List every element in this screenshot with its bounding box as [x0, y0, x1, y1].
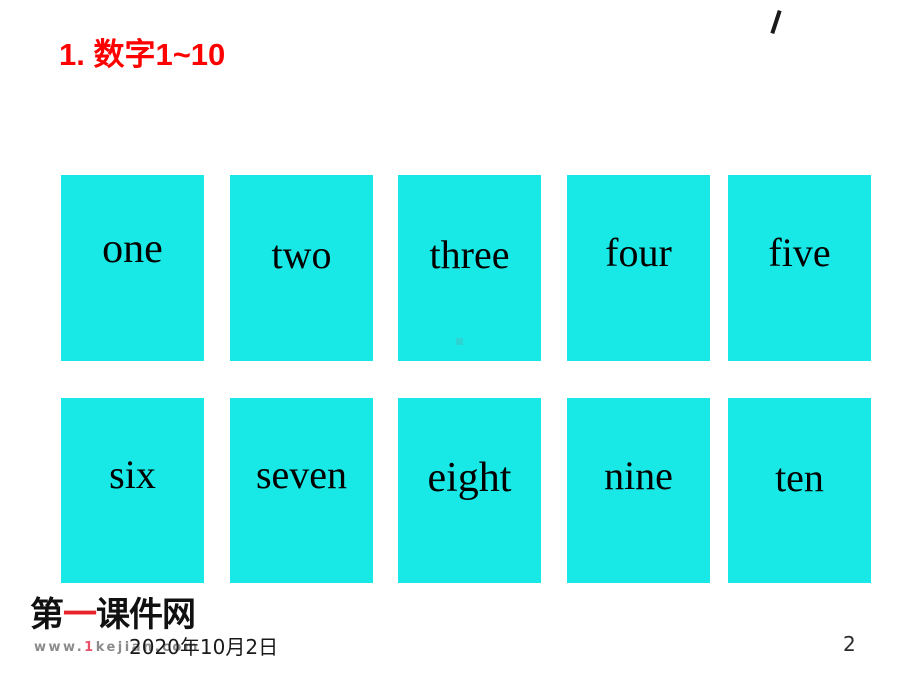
page-number: 2: [843, 632, 856, 656]
word-card-row-2: six seven eight nine ten: [0, 398, 920, 584]
word-card-label: three: [429, 232, 510, 277]
word-card-label: four: [605, 230, 672, 275]
word-card-four[interactable]: four: [567, 175, 710, 361]
word-card-seven[interactable]: seven: [230, 398, 373, 583]
watermark-url-prefix: www.: [34, 640, 85, 655]
watermark-url-accent: 1: [84, 640, 96, 655]
word-card-ten[interactable]: ten: [728, 398, 871, 583]
word-card-row-1: one two three four five: [0, 175, 920, 361]
word-card-label: six: [109, 452, 156, 497]
stray-square-artifact: [456, 338, 463, 345]
slide-canvas: 1. 数字1~10 one two three four five six se…: [0, 0, 920, 690]
page-title: 1. 数字1~10: [59, 37, 226, 72]
word-card-label: ten: [775, 455, 824, 500]
footer-date: 2020年10月2日: [129, 635, 279, 659]
word-card-nine[interactable]: nine: [567, 398, 710, 583]
word-card-label: one: [102, 226, 163, 272]
word-card-three[interactable]: three: [398, 175, 541, 361]
watermark-logo-part-1: 第: [30, 595, 64, 635]
word-card-label: five: [768, 230, 831, 275]
watermark-logo-accent: 一: [63, 595, 97, 635]
word-card-label: nine: [604, 453, 673, 498]
watermark-logo-part-2: 课件网: [96, 595, 196, 635]
watermark-logo-text: 第一课件网: [30, 595, 196, 635]
word-card-six[interactable]: six: [61, 398, 204, 583]
word-card-label: eight: [427, 455, 512, 501]
word-card-label: two: [271, 232, 332, 277]
word-card-two[interactable]: two: [230, 175, 373, 361]
word-card-one[interactable]: one: [61, 175, 204, 361]
backslash-stroke-icon: [770, 9, 782, 35]
word-card-five[interactable]: five: [728, 175, 871, 361]
word-card-eight[interactable]: eight: [398, 398, 541, 583]
word-card-label: seven: [255, 452, 348, 497]
